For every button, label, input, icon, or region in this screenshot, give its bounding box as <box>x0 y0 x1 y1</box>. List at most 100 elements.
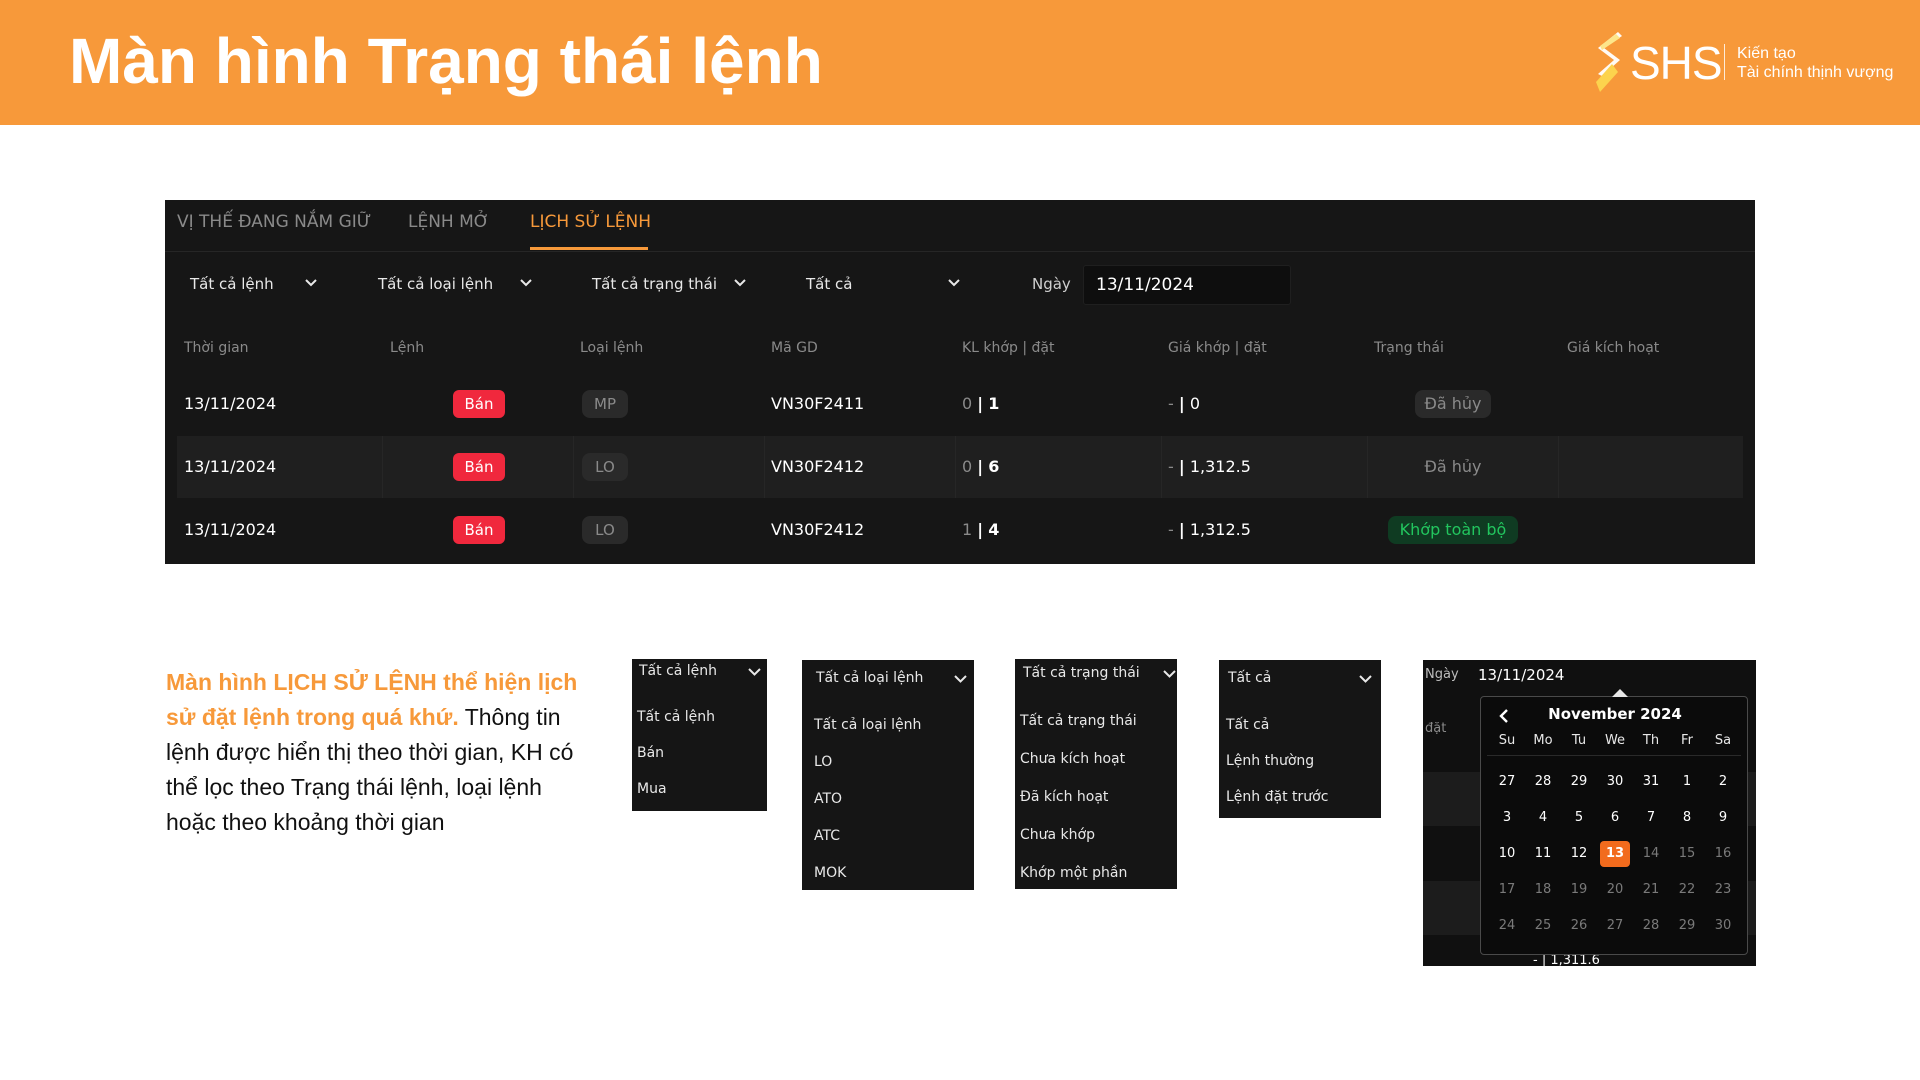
cell-time: 13/11/2024 <box>184 394 277 413</box>
calendar-day[interactable]: 25 <box>1528 913 1558 939</box>
dropdown-item[interactable]: Bán <box>637 745 664 761</box>
calendar-day[interactable]: 11 <box>1528 841 1558 867</box>
chevron-down-icon <box>1359 675 1372 683</box>
tab-open-orders[interactable]: LỆNH MỞ <box>408 212 489 232</box>
price-order: 1,312.5 <box>1189 457 1251 476</box>
dropdown-head[interactable]: Tất cả lệnh <box>639 663 717 679</box>
dropdown-item[interactable]: ATO <box>814 791 842 807</box>
calendar-day[interactable]: 30 <box>1600 769 1630 795</box>
dropdown-item[interactable]: LO <box>814 754 832 770</box>
filter-status-label: Tất cả trạng thái <box>592 275 717 293</box>
cell-time: 13/11/2024 <box>184 520 277 539</box>
dropdown-item[interactable]: Mua <box>637 781 667 797</box>
calendar-day[interactable]: 8 <box>1672 805 1702 831</box>
dropdown-trigger: Tất cả Tất cả Lệnh thường Lệnh đặt trước <box>1219 660 1381 818</box>
dropdown-head[interactable]: Tất cả <box>1228 670 1271 686</box>
shs-logo-mark-icon <box>1596 32 1622 92</box>
calendar-day[interactable]: 7 <box>1636 805 1666 831</box>
calendar-weekday: Tu <box>1571 733 1587 748</box>
table-row[interactable]: 13/11/2024 Bán LO VN30F2412 1 | 4 - | 1,… <box>177 499 1743 561</box>
filter-bar: Tất cả lệnh Tất cả loại lệnh Tất cả trạn… <box>165 253 1755 323</box>
dropdown-item[interactable]: Tất cả loại lệnh <box>814 717 921 733</box>
cell-divider <box>382 436 383 498</box>
calendar-day[interactable]: 3 <box>1492 805 1522 831</box>
calendar-day[interactable]: 29 <box>1672 913 1702 939</box>
cell-code: VN30F2411 <box>771 394 865 413</box>
calendar-day[interactable]: 23 <box>1708 877 1738 903</box>
calendar-day[interactable]: 24 <box>1492 913 1522 939</box>
calendar-day[interactable]: 22 <box>1672 877 1702 903</box>
bg-column-label: đặt <box>1425 721 1447 736</box>
calendar-day-selected[interactable]: 13 <box>1600 841 1630 867</box>
calendar-day[interactable]: 10 <box>1492 841 1522 867</box>
calendar-day[interactable]: 15 <box>1672 841 1702 867</box>
calendar-day[interactable]: 17 <box>1492 877 1522 903</box>
chevron-down-icon <box>734 279 746 287</box>
date-filter-label: Ngày <box>1032 275 1071 293</box>
calendar-day[interactable]: 5 <box>1564 805 1594 831</box>
calendar-day[interactable]: 9 <box>1708 805 1738 831</box>
tab-bar: VỊ THẾ ĐANG NẮM GIỮ LỆNH MỞ LỊCH SỬ LỆNH <box>165 200 1755 252</box>
cell-time: 13/11/2024 <box>184 457 277 476</box>
dropdown-head[interactable]: Tất cả trạng thái <box>1023 665 1140 681</box>
tab-order-history[interactable]: LỊCH SỬ LỆNH <box>530 212 651 232</box>
calendar-weekday: Fr <box>1681 733 1693 748</box>
table-row[interactable]: 13/11/2024 Bán MP VN30F2411 0 | 1 - | 0 … <box>177 373 1743 435</box>
calendar-day[interactable]: 28 <box>1636 913 1666 939</box>
calendar-day[interactable]: 18 <box>1528 877 1558 903</box>
calendar-day[interactable]: 6 <box>1600 805 1630 831</box>
dropdown-item[interactable]: ATC <box>814 828 840 844</box>
calendar-day[interactable]: 20 <box>1600 877 1630 903</box>
col-side: Lệnh <box>390 340 425 356</box>
dropdown-item[interactable]: Khớp một phần <box>1020 865 1127 881</box>
table-row[interactable]: 13/11/2024 Bán LO VN30F2412 0 | 6 - | 1,… <box>177 436 1743 498</box>
order-history-panel: VỊ THẾ ĐANG NẮM GIỮ LỆNH MỞ LỊCH SỬ LỆNH… <box>165 200 1755 564</box>
dropdown-item[interactable]: Chưa kích hoạt <box>1020 751 1125 767</box>
table-header: Thời gian Lệnh Loại lệnh Mã GD KL khớp |… <box>177 323 1743 373</box>
calendar-day[interactable]: 27 <box>1600 913 1630 939</box>
calendar-day[interactable]: 2 <box>1708 769 1738 795</box>
calendar-day[interactable]: 4 <box>1528 805 1558 831</box>
dropdown-item[interactable]: Tất cả trạng thái <box>1020 713 1137 729</box>
dropdown-head[interactable]: Tất cả loại lệnh <box>816 670 923 686</box>
qty-matched: 1 <box>962 520 973 539</box>
logo-tagline: Kiến tạo Tài chính thịnh vượng <box>1737 44 1893 82</box>
dropdown-item[interactable]: Lệnh thường <box>1226 753 1314 769</box>
tab-positions[interactable]: VỊ THẾ ĐANG NẮM GIỮ <box>177 212 371 232</box>
header-banner: Màn hình Trạng thái lệnh SHS Kiến tạo Tà… <box>0 0 1920 125</box>
calendar-day[interactable]: 16 <box>1708 841 1738 867</box>
calendar-day[interactable]: 14 <box>1636 841 1666 867</box>
side-badge-sell: Bán <box>453 390 505 418</box>
calendar-day[interactable]: 28 <box>1528 769 1558 795</box>
dropdown-item[interactable]: Tất cả lệnh <box>637 709 715 725</box>
calendar-day[interactable]: 30 <box>1708 913 1738 939</box>
shs-logo: SHS Kiến tạo Tài chính thịnh vượng <box>1592 28 1902 98</box>
dropdown-status: Tất cả trạng thái Tất cả trạng thái Chưa… <box>1015 659 1177 889</box>
dropdown-item[interactable]: MOK <box>814 865 846 881</box>
calendar-day[interactable]: 19 <box>1564 877 1594 903</box>
calendar-day[interactable]: 21 <box>1636 877 1666 903</box>
calendar-day[interactable]: 27 <box>1492 769 1522 795</box>
dropdown-order-side: Tất cả lệnh Tất cả lệnh Bán Mua <box>632 659 767 811</box>
calendar-day[interactable]: 12 <box>1564 841 1594 867</box>
active-tab-indicator <box>530 247 648 250</box>
dropdown-item[interactable]: Đã kích hoạt <box>1020 789 1108 805</box>
calendar-day[interactable]: 31 <box>1636 769 1666 795</box>
calendar-day[interactable]: 29 <box>1564 769 1594 795</box>
qty-order: 1 <box>988 394 1000 413</box>
side-badge-sell: Bán <box>453 453 505 481</box>
qty-order: 6 <box>988 457 1000 476</box>
dropdown-item[interactable]: Chưa khớp <box>1020 827 1095 843</box>
chevron-down-icon <box>748 668 761 676</box>
dropdown-item[interactable]: Tất cả <box>1226 717 1269 733</box>
status-badge: Đã hủy <box>1424 457 1482 476</box>
calendar-day[interactable]: 1 <box>1672 769 1702 795</box>
calendar-weekday: Su <box>1498 733 1516 748</box>
calendar-day[interactable]: 26 <box>1564 913 1594 939</box>
tagline-line-1: Kiến tạo <box>1737 45 1796 62</box>
order-type-badge: MP <box>582 390 628 418</box>
dropdown-item[interactable]: Lệnh đặt trước <box>1226 789 1328 805</box>
col-order-type: Loại lệnh <box>580 340 644 356</box>
cell-price: - | 1,312.5 <box>1168 520 1251 539</box>
date-picker-input[interactable]: 13/11/2024 <box>1083 265 1291 305</box>
